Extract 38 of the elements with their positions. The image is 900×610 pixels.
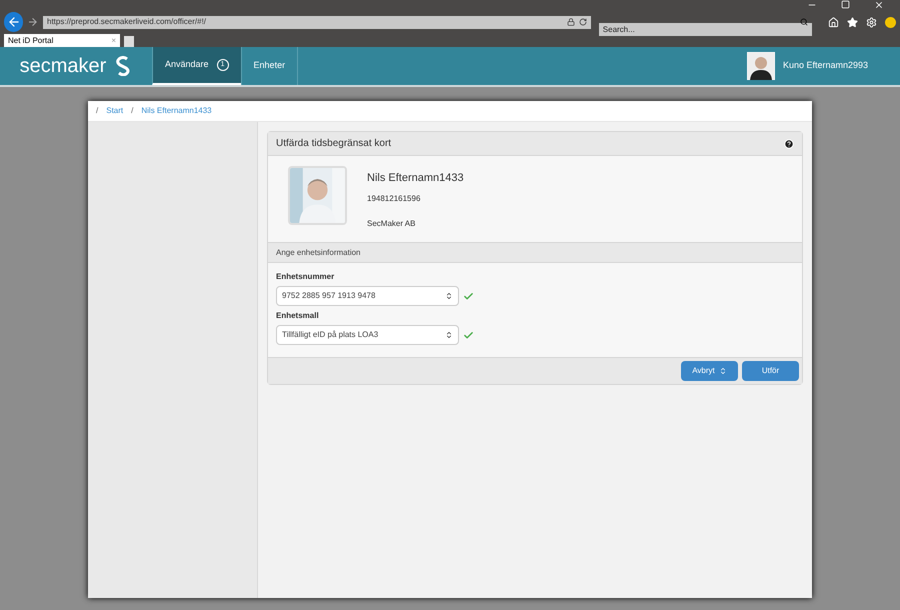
brand-logo: secmaker bbox=[20, 54, 106, 79]
lock-icon bbox=[566, 18, 575, 26]
logo-icon bbox=[114, 56, 132, 76]
select-field[interactable]: 9752 2885 957 1913 9478 bbox=[276, 286, 459, 306]
maximize-icon[interactable] bbox=[841, 0, 850, 9]
person-name: Nils Efternamn1433 bbox=[367, 171, 464, 186]
sort-arrows-icon bbox=[445, 331, 453, 339]
breadcrumb-separator: / bbox=[96, 105, 98, 117]
search-field[interactable]: Search... bbox=[598, 22, 812, 36]
settings-icon[interactable] bbox=[866, 16, 877, 28]
home-icon[interactable] bbox=[828, 16, 839, 28]
star-icon[interactable] bbox=[846, 16, 858, 28]
refresh-icon[interactable] bbox=[578, 18, 587, 26]
nav-tab[interactable]: Enheter bbox=[240, 47, 298, 85]
user-avatar[interactable] bbox=[746, 52, 775, 80]
smiley-icon[interactable] bbox=[884, 16, 896, 28]
submit-button[interactable]: Utför bbox=[742, 361, 799, 381]
breadcrumb-link[interactable]: Start bbox=[106, 105, 124, 117]
select-field[interactable]: Tillfälligt eID på plats LOA3 bbox=[276, 325, 459, 345]
breadcrumb-link[interactable]: Nils Efternamn1433 bbox=[141, 105, 212, 117]
user-name[interactable]: Kuno Efternamn2993 bbox=[782, 59, 868, 73]
address-bar[interactable]: https://preprod.secmakerliveid.com/officer/#!/ bbox=[43, 16, 591, 28]
dropdown-button[interactable]: Avbryt bbox=[681, 361, 738, 381]
section-title: Ange enhetsinformation bbox=[276, 246, 360, 258]
organization: SecMaker AB bbox=[367, 218, 416, 230]
forward-icon[interactable] bbox=[27, 16, 39, 28]
breadcrumb-separator: / bbox=[131, 105, 134, 117]
browser-tab[interactable]: Net iD Portal × bbox=[4, 34, 120, 47]
search-icon[interactable] bbox=[800, 18, 808, 26]
close-icon[interactable] bbox=[874, 0, 884, 10]
help-icon[interactable] bbox=[784, 138, 794, 148]
person-id: 194812161596 bbox=[367, 192, 422, 204]
back-button[interactable] bbox=[4, 12, 24, 32]
sort-arrows-icon bbox=[718, 367, 727, 375]
card-title: Utfärda tidsbegränsat kort bbox=[276, 137, 392, 151]
field-label: Enhetsnummer bbox=[276, 271, 336, 283]
field-label: Enhetsmall bbox=[276, 310, 320, 322]
sort-arrows-icon bbox=[445, 292, 453, 300]
